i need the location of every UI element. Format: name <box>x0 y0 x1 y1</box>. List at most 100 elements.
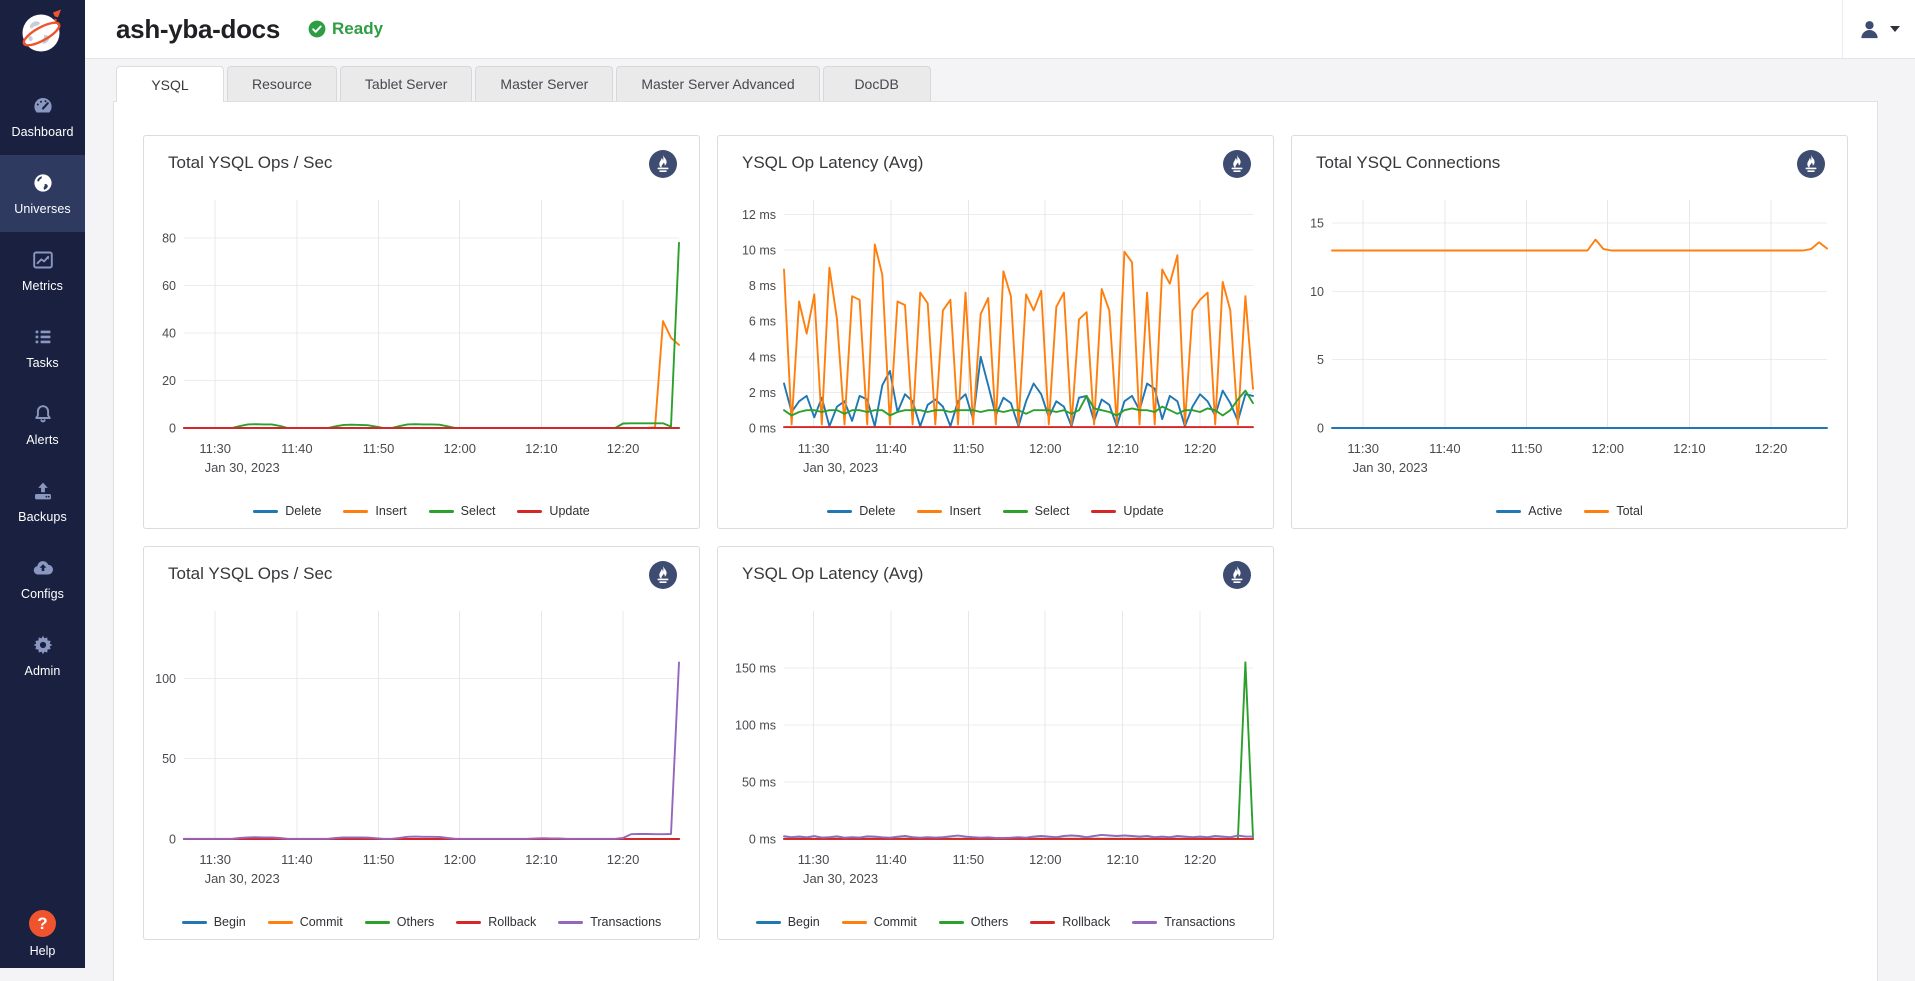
charts-grid: Total YSQL Ops / Sec 02040608011:3011:40… <box>114 102 1877 973</box>
y-tick-label: 0 <box>169 422 176 436</box>
tab-master-server[interactable]: Master Server <box>475 66 613 101</box>
legend-swatch <box>558 921 583 924</box>
legend-label: Commit <box>300 915 343 929</box>
legend-item-delete[interactable]: Delete <box>253 504 321 518</box>
y-tick-label: 0 <box>169 833 176 847</box>
chart-card: YSQL Op Latency (Avg) 0 ms50 ms100 ms150… <box>717 546 1274 940</box>
app-logo[interactable] <box>0 0 85 78</box>
tab-ysql[interactable]: YSQL <box>116 66 224 102</box>
legend-swatch <box>343 510 368 513</box>
chart-card: YSQL Op Latency (Avg) 0 ms2 ms4 ms6 ms8 … <box>717 135 1274 529</box>
legend-label: Commit <box>874 915 917 929</box>
header: ash-yba-docs Ready <box>85 0 1915 59</box>
legend-item-begin[interactable]: Begin <box>182 915 246 929</box>
legend-label: Update <box>549 504 589 518</box>
sidebar-help-label: Help <box>30 944 56 958</box>
legend-item-commit[interactable]: Commit <box>842 915 917 929</box>
series-line-total <box>1332 240 1827 251</box>
legend-swatch <box>842 921 867 924</box>
chart-plot[interactable]: 05010011:3011:4011:5012:0012:1012:20Jan … <box>144 607 701 907</box>
legend-item-rollback[interactable]: Rollback <box>1030 915 1110 929</box>
sidebar-item-label: Metrics <box>22 279 63 293</box>
chart-plot[interactable]: 02040608011:3011:4011:5012:0012:1012:20J… <box>144 196 701 496</box>
y-tick-label: 0 ms <box>749 833 776 847</box>
chart-plot[interactable]: 05101511:3011:4011:5012:0012:1012:20Jan … <box>1292 196 1849 496</box>
sidebar-item-admin[interactable]: Admin <box>0 617 85 694</box>
legend-item-total[interactable]: Total <box>1584 504 1642 518</box>
legend-swatch <box>1030 921 1055 924</box>
tab-master-server-advanced[interactable]: Master Server Advanced <box>616 66 819 101</box>
legend-label: Rollback <box>488 915 536 929</box>
x-tick-label: 11:40 <box>875 441 907 456</box>
tab-label: Master Server <box>500 76 588 92</box>
prometheus-icon[interactable] <box>649 561 677 589</box>
legend-item-insert[interactable]: Insert <box>343 504 406 518</box>
prometheus-icon[interactable] <box>1223 561 1251 589</box>
legend-item-commit[interactable]: Commit <box>268 915 343 929</box>
sidebar-item-configs[interactable]: Configs <box>0 540 85 617</box>
sidebar-item-label: Backups <box>18 510 67 524</box>
sidebar-item-alerts[interactable]: Alerts <box>0 386 85 463</box>
legend-item-begin[interactable]: Begin <box>756 915 820 929</box>
prometheus-icon[interactable] <box>649 150 677 178</box>
x-tick-label: 12:10 <box>1106 441 1139 456</box>
legend-item-delete[interactable]: Delete <box>827 504 895 518</box>
x-axis-date-label: Jan 30, 2023 <box>205 871 280 886</box>
sidebar-item-label: Universes <box>14 202 70 216</box>
universe-title: ash-yba-docs <box>116 14 280 45</box>
prometheus-icon[interactable] <box>1223 150 1251 178</box>
x-tick-label: 12:10 <box>1106 852 1139 867</box>
y-tick-label: 2 ms <box>749 386 776 400</box>
tasks-list-icon <box>31 325 55 349</box>
legend-label: Select <box>1035 504 1070 518</box>
user-menu[interactable] <box>1842 0 1915 58</box>
legend-label: Update <box>1123 504 1163 518</box>
legend-item-update[interactable]: Update <box>517 504 589 518</box>
legend-item-active[interactable]: Active <box>1496 504 1562 518</box>
prometheus-icon[interactable] <box>1797 150 1825 178</box>
tab-docdb[interactable]: DocDB <box>823 66 931 101</box>
admin-gear-icon <box>31 633 55 657</box>
legend-label: Delete <box>285 504 321 518</box>
legend-item-transactions[interactable]: Transactions <box>1132 915 1235 929</box>
y-tick-label: 6 ms <box>749 315 776 329</box>
legend-item-others[interactable]: Others <box>939 915 1009 929</box>
y-tick-label: 0 ms <box>749 422 776 436</box>
x-tick-label: 11:30 <box>798 441 830 456</box>
legend-swatch <box>1496 510 1521 513</box>
tab-label: YSQL <box>151 77 188 93</box>
sidebar-item-tasks[interactable]: Tasks <box>0 309 85 386</box>
legend-item-update[interactable]: Update <box>1091 504 1163 518</box>
y-tick-label: 100 ms <box>735 719 776 733</box>
legend-item-rollback[interactable]: Rollback <box>456 915 536 929</box>
legend-item-insert[interactable]: Insert <box>917 504 980 518</box>
sidebar-item-dashboard[interactable]: Dashboard <box>0 78 85 155</box>
chart-plot[interactable]: 0 ms50 ms100 ms150 ms11:3011:4011:5012:0… <box>718 607 1275 907</box>
sidebar: Dashboard Universes Metrics Tasks Alerts… <box>0 0 85 968</box>
tab-resource[interactable]: Resource <box>227 66 337 101</box>
legend-item-others[interactable]: Others <box>365 915 435 929</box>
chart-title: YSQL Op Latency (Avg) <box>742 564 923 584</box>
dashboard-gauge-icon <box>31 94 55 118</box>
chart-title: YSQL Op Latency (Avg) <box>742 153 923 173</box>
tab-tablet-server[interactable]: Tablet Server <box>340 66 472 101</box>
legend-item-select[interactable]: Select <box>1003 504 1070 518</box>
chart-legend: Begin Commit Others Rollback Transactions <box>718 915 1273 929</box>
status-badge: Ready <box>308 19 383 39</box>
legend-item-select[interactable]: Select <box>429 504 496 518</box>
chart-plot[interactable]: 0 ms2 ms4 ms6 ms8 ms10 ms12 ms11:3011:40… <box>718 196 1275 496</box>
x-tick-label: 12:00 <box>1591 441 1624 456</box>
yugabyte-logo-icon <box>20 9 65 56</box>
legend-swatch <box>939 921 964 924</box>
legend-label: Total <box>1616 504 1642 518</box>
legend-swatch <box>1091 510 1116 513</box>
legend-swatch <box>827 510 852 513</box>
sidebar-item-metrics[interactable]: Metrics <box>0 232 85 309</box>
legend-item-transactions[interactable]: Transactions <box>558 915 661 929</box>
legend-label: Others <box>971 915 1009 929</box>
sidebar-item-universes[interactable]: Universes <box>0 155 85 232</box>
sidebar-item-backups[interactable]: Backups <box>0 463 85 540</box>
legend-label: Transactions <box>590 915 661 929</box>
sidebar-item-help[interactable]: ? Help <box>0 910 85 958</box>
x-tick-label: 11:50 <box>1511 441 1543 456</box>
